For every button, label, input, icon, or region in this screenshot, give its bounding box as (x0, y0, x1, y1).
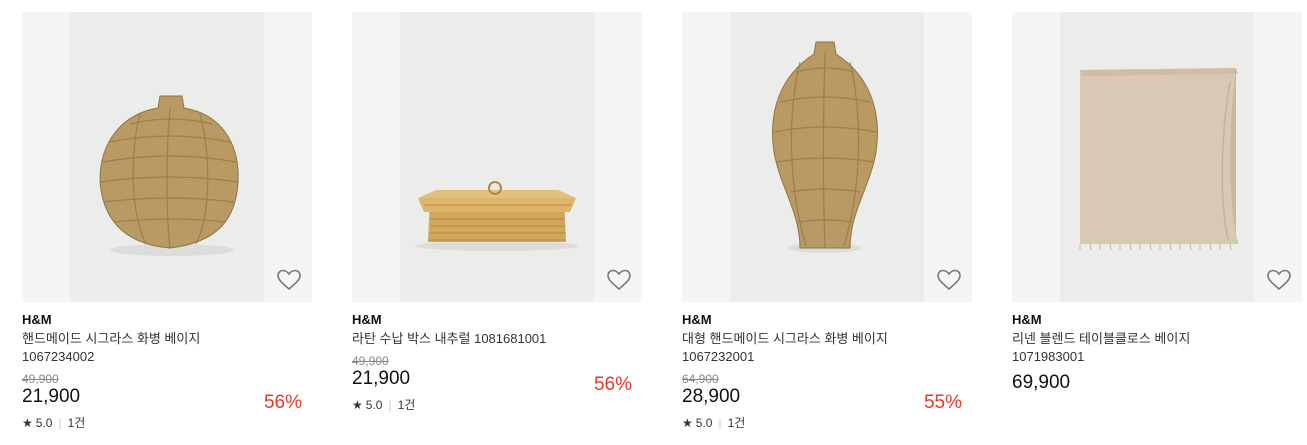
seagrass-round-vase-illustration (70, 12, 264, 302)
heart-outline-icon[interactable] (276, 268, 302, 292)
product-image[interactable] (352, 12, 642, 302)
rating-summary: ★ 5.0 | 1건 (352, 398, 642, 412)
review-count: 1건 (397, 398, 416, 412)
product-brand: H&M (682, 312, 712, 327)
discount-rate: 56% (593, 374, 632, 395)
product-image[interactable] (1012, 12, 1302, 302)
product-photo (70, 12, 264, 302)
product-brand: H&M (352, 312, 382, 327)
product-card[interactable]: H&M 핸드메이드 시그라스 화병 베이지 1067234002 49,900 … (22, 12, 312, 430)
rating-summary: ★ 5.0 | 1건 (22, 416, 312, 430)
product-info: H&M 라탄 수납 박스 내추럴 1081681001 49,900 21,90… (352, 302, 642, 412)
discount-rate: 55% (923, 392, 962, 413)
divider: | (718, 416, 722, 430)
rating-value: 5.0 (365, 398, 383, 412)
heart-outline-icon[interactable] (1266, 268, 1292, 292)
product-image[interactable] (682, 12, 972, 302)
product-photo (730, 12, 924, 302)
product-code: 1067234002 (22, 349, 95, 364)
product-code: 1067232001 (682, 349, 755, 364)
divider: | (58, 416, 62, 430)
product-code: 1071983001 (1012, 349, 1085, 364)
original-price: 64,900 (682, 372, 719, 386)
rating-summary: ★ 5.0 | 1건 (682, 416, 972, 430)
star-icon: ★ (22, 416, 33, 430)
product-card[interactable]: H&M 리넨 블렌드 테이블클로스 베이지 1071983001 69,900 (1012, 12, 1302, 394)
rattan-storage-box-illustration (400, 12, 594, 302)
heart-outline-icon[interactable] (606, 268, 632, 292)
product-photo (1060, 12, 1254, 302)
sale-price: 69,900 (1012, 372, 1071, 393)
product-info: H&M 리넨 블렌드 테이블클로스 베이지 1071983001 69,900 (1012, 302, 1302, 394)
review-count: 1건 (67, 416, 86, 430)
star-icon: ★ (682, 416, 693, 430)
review-count: 1건 (727, 416, 746, 430)
linen-tablecloth-illustration (1060, 12, 1254, 302)
original-price: 49,900 (352, 354, 389, 368)
product-brand: H&M (22, 312, 52, 327)
rating-value: 5.0 (695, 416, 713, 430)
product-card[interactable]: H&M 라탄 수납 박스 내추럴 1081681001 49,900 21,90… (352, 12, 642, 412)
product-name[interactable]: 핸드메이드 시그라스 화병 베이지 (22, 330, 312, 348)
product-name[interactable]: 라탄 수납 박스 내추럴 1081681001 (352, 330, 642, 348)
heart-outline-icon[interactable] (936, 268, 962, 292)
product-photo (400, 12, 594, 302)
product-info: H&M 대형 핸드메이드 시그라스 화병 베이지 1067232001 64,9… (682, 302, 972, 430)
rating-value: 5.0 (35, 416, 53, 430)
original-price: 49,900 (22, 372, 59, 386)
product-info: H&M 핸드메이드 시그라스 화병 베이지 1067234002 49,900 … (22, 302, 312, 430)
divider: | (388, 398, 392, 412)
product-name[interactable]: 리넨 블렌드 테이블클로스 베이지 (1012, 330, 1302, 348)
star-icon: ★ (352, 398, 363, 412)
discount-rate: 56% (263, 392, 302, 413)
product-card[interactable]: H&M 대형 핸드메이드 시그라스 화병 베이지 1067232001 64,9… (682, 12, 972, 430)
product-image[interactable] (22, 12, 312, 302)
product-name[interactable]: 대형 핸드메이드 시그라스 화병 베이지 (682, 330, 972, 348)
seagrass-tall-vase-illustration (730, 12, 924, 302)
product-brand: H&M (1012, 312, 1042, 327)
